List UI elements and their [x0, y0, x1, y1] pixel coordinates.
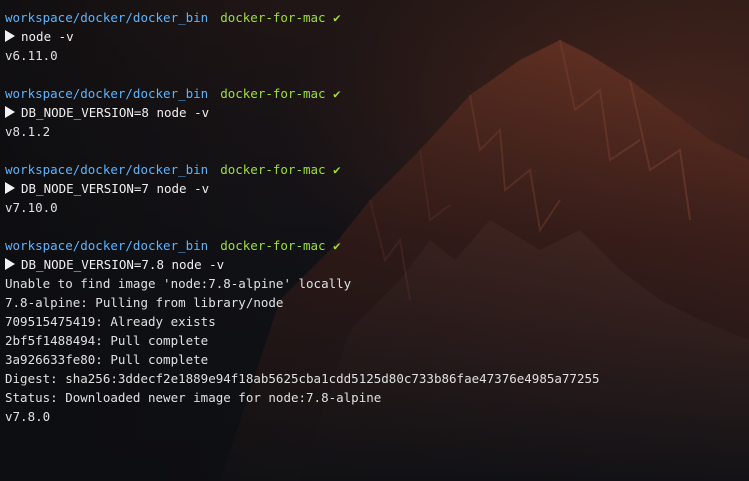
prompt-line: workspace/docker/docker_bin docker-for-ma…: [5, 160, 749, 179]
output-line: Status: Downloaded newer image for node:…: [5, 390, 382, 405]
checkmark-icon: ✔: [333, 86, 341, 101]
git-branch: docker-for-mac: [220, 86, 326, 101]
command-text: DB_NODE_VERSION=8 node -v: [21, 105, 210, 120]
prompt-path: workspace/docker/docker_bin: [5, 162, 209, 177]
prompt-path: workspace/docker/docker_bin: [5, 238, 209, 253]
terminal-output: workspace/docker/docker_bin docker-for-ma…: [5, 8, 749, 426]
command-text: DB_NODE_VERSION=7 node -v: [21, 181, 210, 196]
command-line: DB_NODE_VERSION=8 node -v: [5, 103, 749, 122]
prompt-arrow-icon: [5, 30, 15, 42]
output-line: 2bf5f1488494: Pull complete: [5, 333, 209, 348]
output-line: v6.11.0: [5, 48, 58, 63]
prompt-line: workspace/docker/docker_bin docker-for-ma…: [5, 8, 749, 27]
prompt-line: workspace/docker/docker_bin docker-for-ma…: [5, 236, 749, 255]
command-text: DB_NODE_VERSION=7.8 node -v: [21, 257, 225, 272]
git-branch: docker-for-mac: [220, 238, 326, 253]
prompt-arrow-icon: [5, 106, 15, 118]
checkmark-icon: ✔: [333, 162, 341, 177]
output-line: Unable to find image 'node:7.8-alpine' l…: [5, 276, 352, 291]
prompt-path: workspace/docker/docker_bin: [5, 10, 209, 25]
output-line: 709515475419: Already exists: [5, 314, 216, 329]
command-line: DB_NODE_VERSION=7.8 node -v: [5, 255, 749, 274]
prompt-path: workspace/docker/docker_bin: [5, 86, 209, 101]
checkmark-icon: ✔: [333, 10, 341, 25]
checkmark-icon: ✔: [333, 238, 341, 253]
command-line: node -v: [5, 27, 749, 46]
output-line: v8.1.2: [5, 124, 51, 139]
git-branch: docker-for-mac: [220, 162, 326, 177]
command-text: node -v: [21, 29, 74, 44]
terminal-window[interactable]: workspace/docker/docker_bin docker-for-ma…: [0, 0, 749, 481]
git-branch: docker-for-mac: [220, 10, 326, 25]
prompt-line: workspace/docker/docker_bin docker-for-ma…: [5, 84, 749, 103]
command-line: DB_NODE_VERSION=7 node -v: [5, 179, 749, 198]
prompt-arrow-icon: [5, 258, 15, 270]
output-line: v7.10.0: [5, 200, 58, 215]
digest-line: Digest: sha256:3ddecf2e1889e94f18ab5625c…: [5, 371, 600, 386]
output-line: 3a926633fe80: Pull complete: [5, 352, 209, 367]
prompt-arrow-icon: [5, 182, 15, 194]
output-line: v7.8.0: [5, 409, 51, 424]
output-line: 7.8-alpine: Pulling from library/node: [5, 295, 284, 310]
